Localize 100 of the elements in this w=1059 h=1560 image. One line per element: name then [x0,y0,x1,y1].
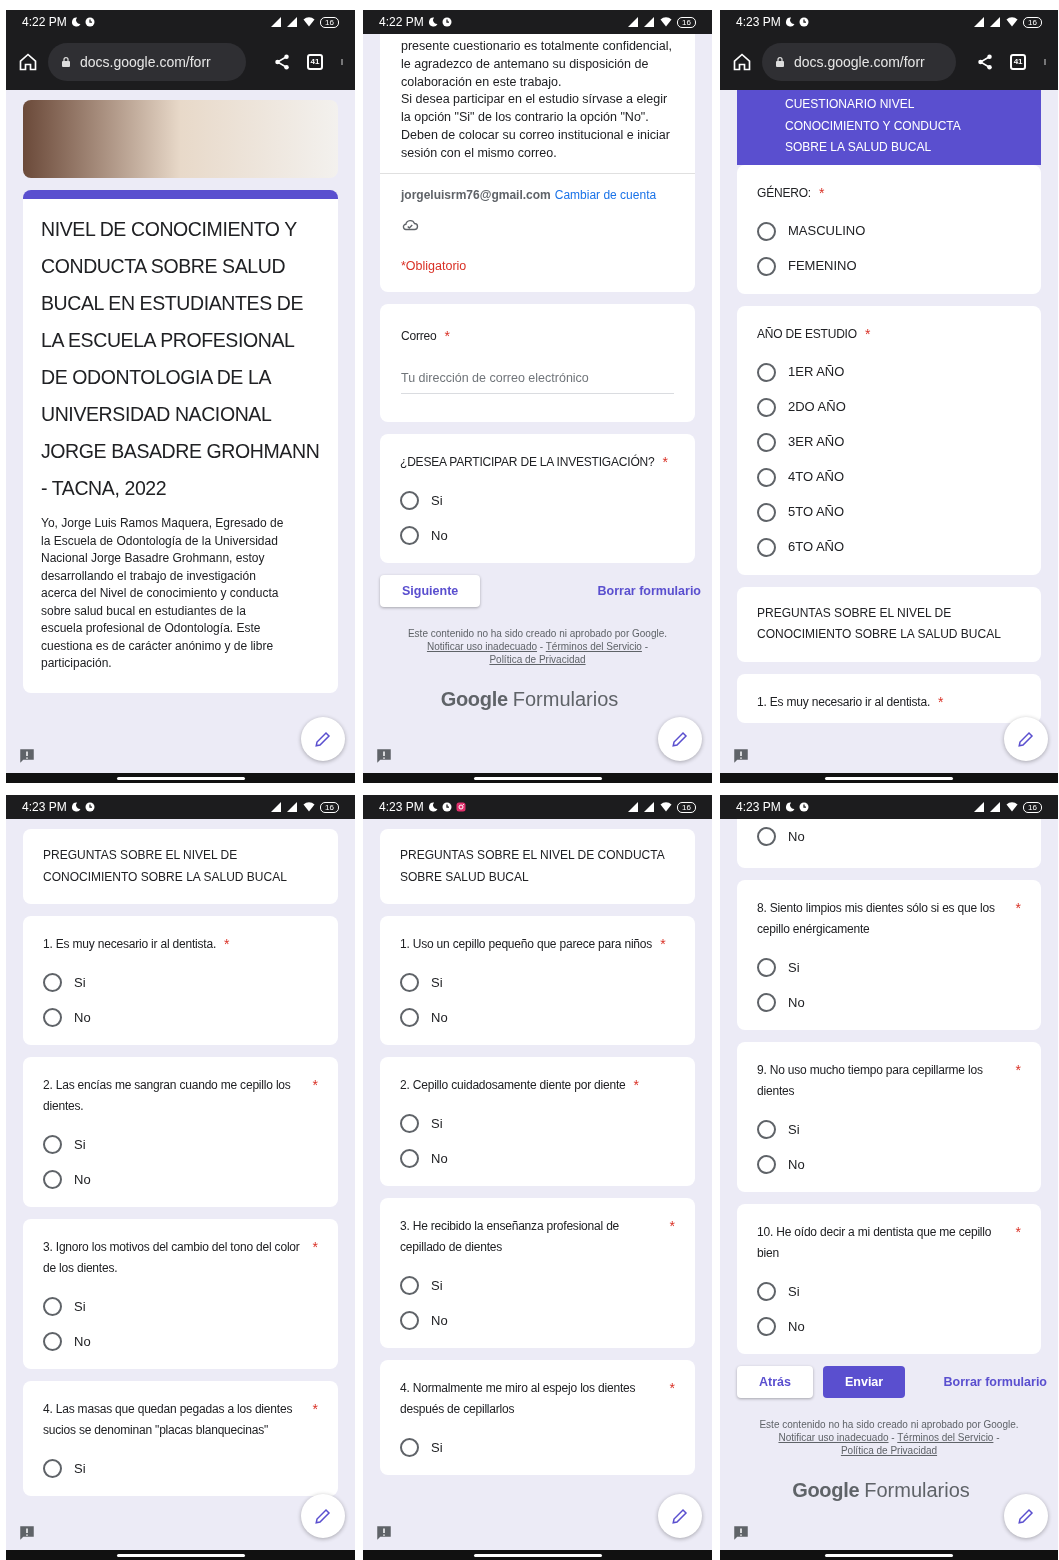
clock-icon [83,801,96,813]
radio-button[interactable] [400,1114,419,1133]
radio-button[interactable] [757,958,776,977]
question-title: 3. Ignoro los motivos del cambio del tono del color de los dientes. [43,1239,301,1277]
radio-button[interactable] [757,362,776,382]
home-icon[interactable] [732,52,752,72]
tab-switcher-button[interactable]: 41 [1010,54,1026,70]
radio-button[interactable] [400,1149,419,1168]
footer-link[interactable]: Política de Privacidad [489,654,586,666]
battery-indicator: 16 [320,801,339,813]
radio-button[interactable] [757,993,776,1012]
radio-button[interactable] [43,973,62,992]
home-indicator[interactable] [116,776,245,780]
signal-icon [642,801,657,813]
footer-link[interactable]: Notificar uso inadecuado [426,641,538,653]
option-label: Si [431,492,443,511]
address-bar[interactable]: docs.google.com/forr [762,43,957,81]
footer-link[interactable]: Términos del Servicio [545,641,642,653]
radio-button[interactable] [757,467,776,487]
radio-button[interactable] [757,397,776,417]
moon-icon [69,801,82,813]
home-indicator[interactable] [116,1553,245,1557]
form-button[interactable]: Enviar [822,1366,906,1398]
radio-button[interactable] [400,526,419,546]
radio-button[interactable] [400,1311,419,1330]
form-button[interactable]: Borrar formulario [941,1366,1049,1398]
account-email: jorgeluisrm76@gmail.com [401,186,551,204]
footer-link[interactable]: Notificar uso inadecuado [778,1432,889,1443]
required-mark: * [1014,1223,1021,1242]
switch-account-link[interactable]: Cambiar de cuenta [554,185,657,204]
radio-button[interactable] [400,1008,419,1027]
question-title: 9. No uso mucho tiempo para cepillarme los dientes [757,1062,984,1100]
feedback-icon[interactable] [375,1524,393,1542]
feedback-icon[interactable] [18,1524,36,1542]
home-indicator[interactable] [473,1553,602,1557]
required-mark: * [311,1238,318,1257]
option-label: Si [431,973,443,992]
footer-link[interactable]: Términos del Servicio [897,1432,994,1443]
radio-button[interactable] [400,973,419,992]
radio-button[interactable] [757,1155,776,1174]
radio-button[interactable] [43,1008,62,1027]
radio-button[interactable] [43,1170,62,1189]
required-mark: * [817,183,825,203]
radio-button[interactable] [43,1135,62,1154]
clock-icon [440,801,453,813]
radio-button[interactable] [400,1438,419,1457]
link-separator: - [996,1432,1000,1443]
home-indicator[interactable] [825,776,953,780]
radio-button[interactable] [43,1459,62,1478]
form-button[interactable]: Atrás [737,1366,813,1398]
option-label: 2DO AÑO [788,398,846,417]
option-label: Si [431,1114,443,1133]
home-indicator[interactable] [473,776,602,780]
radio-button[interactable] [43,1332,62,1351]
radio-button[interactable] [757,1317,776,1336]
pencil-icon [1017,1507,1035,1525]
form-button[interactable]: Borrar formulario [595,575,703,608]
signal-icon [269,801,284,813]
radio-button[interactable] [757,827,776,846]
option-label: No [431,1311,448,1330]
link-separator: - [644,641,649,653]
form-button[interactable]: Siguiente [380,575,481,608]
footer-link[interactable]: Política de Privacidad [840,1445,938,1456]
radio-button[interactable] [757,1120,776,1139]
radio-button[interactable] [400,491,419,511]
radio-button[interactable] [757,432,776,452]
radio-button[interactable] [757,221,776,241]
form-description: presente cuestionario es totalmente confidencial, le agradezco de antemano su disposición de colaboración en este trabajo. Si desea participar en el estudio sírvase a elegir la opción "Si" de los contrario la opción "No". Deben de colocar su correo institucional e iniciar sesión con el mismo correo. [380,34,695,174]
option-label: 5TO AÑO [788,503,845,522]
share-icon[interactable] [273,53,291,71]
section-title: PREGUNTAS SOBRE EL NIVEL DE CONOCIMIENTO SOBRE LA SALUD BUCAL [757,604,1002,643]
wifi-icon [659,16,674,28]
feedback-icon[interactable] [375,747,393,765]
signal-icon [972,801,987,813]
radio-button[interactable] [43,1297,62,1316]
brand-name: Google [440,687,508,713]
feedback-icon[interactable] [18,747,36,765]
option-label: Si [431,1276,443,1295]
radio-button[interactable] [757,1282,776,1301]
radio-button[interactable] [757,256,776,276]
home-icon[interactable] [18,52,38,72]
battery-indicator: 16 [677,801,696,813]
section-banner: CUESTIONARIO NIVEL CONOCIMIENTO Y CONDUCTA SOBRE LA SALUD BUCAL [737,90,1041,165]
email-input-field[interactable]: Tu dirección de correo electrónico [401,368,674,395]
status-time: 4:23 PM [379,799,424,816]
radio-button[interactable] [400,1276,419,1295]
address-bar[interactable]: docs.google.com/forr [48,43,246,81]
option-label: 4TO AÑO [788,468,845,487]
share-icon[interactable] [976,53,995,71]
option-label: 6TO AÑO [788,538,845,557]
form-title: NIVEL DE CONOCIMIENTO Y CONDUCTA SOBRE SALUD BUCAL EN ESTUDIANTES DE LA ESCUELA PROFESIONAL DE ODONTOLOGIA DE LA UNIVERSIDAD NACIONAL JORGE BASADRE GROHMANN - TACNA, 2022 [41,217,320,501]
option-label: No [788,1317,805,1336]
status-time: 4:22 PM [379,14,424,31]
feedback-icon[interactable] [732,1524,750,1542]
feedback-icon[interactable] [732,747,750,765]
home-indicator[interactable] [825,1553,953,1557]
radio-button[interactable] [757,537,776,557]
radio-button[interactable] [757,502,776,522]
lock-icon [774,55,786,69]
tab-switcher-button[interactable]: 41 [307,54,323,70]
